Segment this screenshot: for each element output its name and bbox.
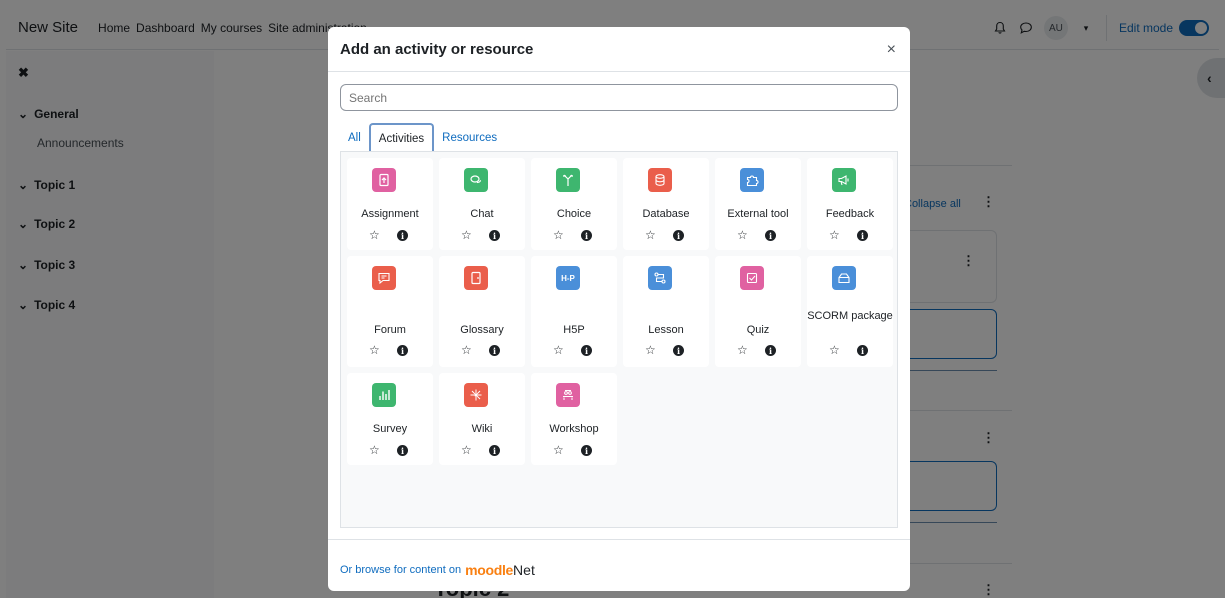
activity-chooser-modal: Add an activity or resource × All Activi… (328, 27, 910, 591)
survey-icon (372, 383, 396, 407)
activity-name: Survey (372, 423, 408, 435)
info-icon[interactable]: i (489, 445, 500, 456)
activity-name: Wiki (471, 423, 493, 435)
scorm-icon (832, 266, 856, 290)
moodlenet-link[interactable]: Or browse for content on moodle Net (340, 562, 535, 578)
info-icon[interactable]: i (581, 445, 592, 456)
activity-tile-workshop[interactable]: Workshop ☆ i (531, 373, 617, 465)
activity-name: SCORM package (807, 310, 893, 322)
star-icon[interactable]: ☆ (645, 228, 656, 242)
tab-all[interactable]: All (340, 132, 369, 153)
activity-name: Choice (556, 208, 592, 220)
star-icon[interactable]: ☆ (461, 228, 472, 242)
star-icon[interactable]: ☆ (737, 228, 748, 242)
tab-activities[interactable]: Activities (368, 123, 435, 153)
activity-name: Feedback (825, 208, 875, 220)
activity-name: Database (642, 208, 690, 220)
modal-title: Add an activity or resource (340, 41, 534, 58)
star-icon[interactable]: ☆ (369, 343, 380, 357)
activity-tile-chat[interactable]: Chat ☆ i (439, 158, 525, 250)
activity-grid: Assignment ☆ i Chat ☆ i Choice ☆ i Datab… (340, 151, 898, 528)
activity-name: Chat (470, 208, 494, 220)
activity-tile-assignment[interactable]: Assignment ☆ i (347, 158, 433, 250)
star-icon[interactable]: ☆ (829, 343, 840, 357)
star-icon[interactable]: ☆ (737, 343, 748, 357)
database-icon (648, 168, 672, 192)
quiz-icon (740, 266, 764, 290)
star-icon[interactable]: ☆ (461, 443, 472, 457)
activity-name: External tool (727, 208, 789, 220)
activity-name: Workshop (549, 423, 599, 435)
activity-tile-h5p[interactable]: H-P H5P ☆ i (531, 256, 617, 367)
info-icon[interactable]: i (489, 230, 500, 241)
activity-tile-survey[interactable]: Survey ☆ i (347, 373, 433, 465)
star-icon[interactable]: ☆ (553, 228, 564, 242)
activity-tile-external-tool[interactable]: External tool ☆ i (715, 158, 801, 250)
wiki-icon (464, 383, 488, 407)
browse-text: Or browse for content on (340, 564, 462, 576)
info-icon[interactable]: i (397, 230, 408, 241)
info-icon[interactable]: i (765, 345, 776, 356)
h5p-icon: H-P (556, 266, 580, 290)
search-input[interactable] (340, 84, 898, 111)
activity-tile-choice[interactable]: Choice ☆ i (531, 158, 617, 250)
info-icon[interactable]: i (397, 345, 408, 356)
glossary-icon (464, 266, 488, 290)
activity-tile-lesson[interactable]: Lesson ☆ i (623, 256, 709, 367)
forum-icon (372, 266, 396, 290)
info-icon[interactable]: i (581, 345, 592, 356)
activity-name: Forum (374, 324, 406, 336)
star-icon[interactable]: ☆ (645, 343, 656, 357)
info-icon[interactable]: i (489, 345, 500, 356)
modal-header: Add an activity or resource × (328, 27, 910, 72)
chat-icon (464, 168, 488, 192)
activity-tile-feedback[interactable]: Feedback ☆ i (807, 158, 893, 250)
activity-name: Quiz (746, 324, 770, 336)
info-icon[interactable]: i (673, 230, 684, 241)
star-icon[interactable]: ☆ (369, 228, 380, 242)
modal-footer: Or browse for content on moodle Net (328, 539, 910, 591)
star-icon[interactable]: ☆ (553, 343, 564, 357)
activity-tile-forum[interactable]: Forum ☆ i (347, 256, 433, 367)
info-icon[interactable]: i (857, 230, 868, 241)
info-icon[interactable]: i (581, 230, 592, 241)
moodlenet-logo-suffix: Net (513, 562, 535, 578)
assignment-icon (372, 168, 396, 192)
tab-resources[interactable]: Resources (434, 132, 505, 153)
star-icon[interactable]: ☆ (553, 443, 564, 457)
activity-name: Lesson (648, 324, 684, 336)
activity-tile-scorm-package[interactable]: SCORM package ☆ i (807, 256, 893, 367)
choice-icon (556, 168, 580, 192)
activity-tile-database[interactable]: Database ☆ i (623, 158, 709, 250)
puzzle-icon (740, 168, 764, 192)
chooser-tabs: All Activities Resources (340, 121, 505, 153)
activity-tile-quiz[interactable]: Quiz ☆ i (715, 256, 801, 367)
activity-tile-glossary[interactable]: Glossary ☆ i (439, 256, 525, 367)
info-icon[interactable]: i (765, 230, 776, 241)
activity-name: H5P (563, 324, 585, 336)
activity-name: Assignment (361, 208, 419, 220)
activity-name: Glossary (460, 324, 504, 336)
megaphone-icon (832, 168, 856, 192)
info-icon[interactable]: i (673, 345, 684, 356)
star-icon[interactable]: ☆ (829, 228, 840, 242)
close-icon[interactable]: × (887, 41, 896, 59)
info-icon[interactable]: i (857, 345, 868, 356)
workshop-icon (556, 383, 580, 407)
star-icon[interactable]: ☆ (461, 343, 472, 357)
activity-tile-wiki[interactable]: Wiki ☆ i (439, 373, 525, 465)
lesson-icon (648, 266, 672, 290)
info-icon[interactable]: i (397, 445, 408, 456)
moodlenet-logo: moodle (465, 562, 514, 578)
star-icon[interactable]: ☆ (369, 443, 380, 457)
